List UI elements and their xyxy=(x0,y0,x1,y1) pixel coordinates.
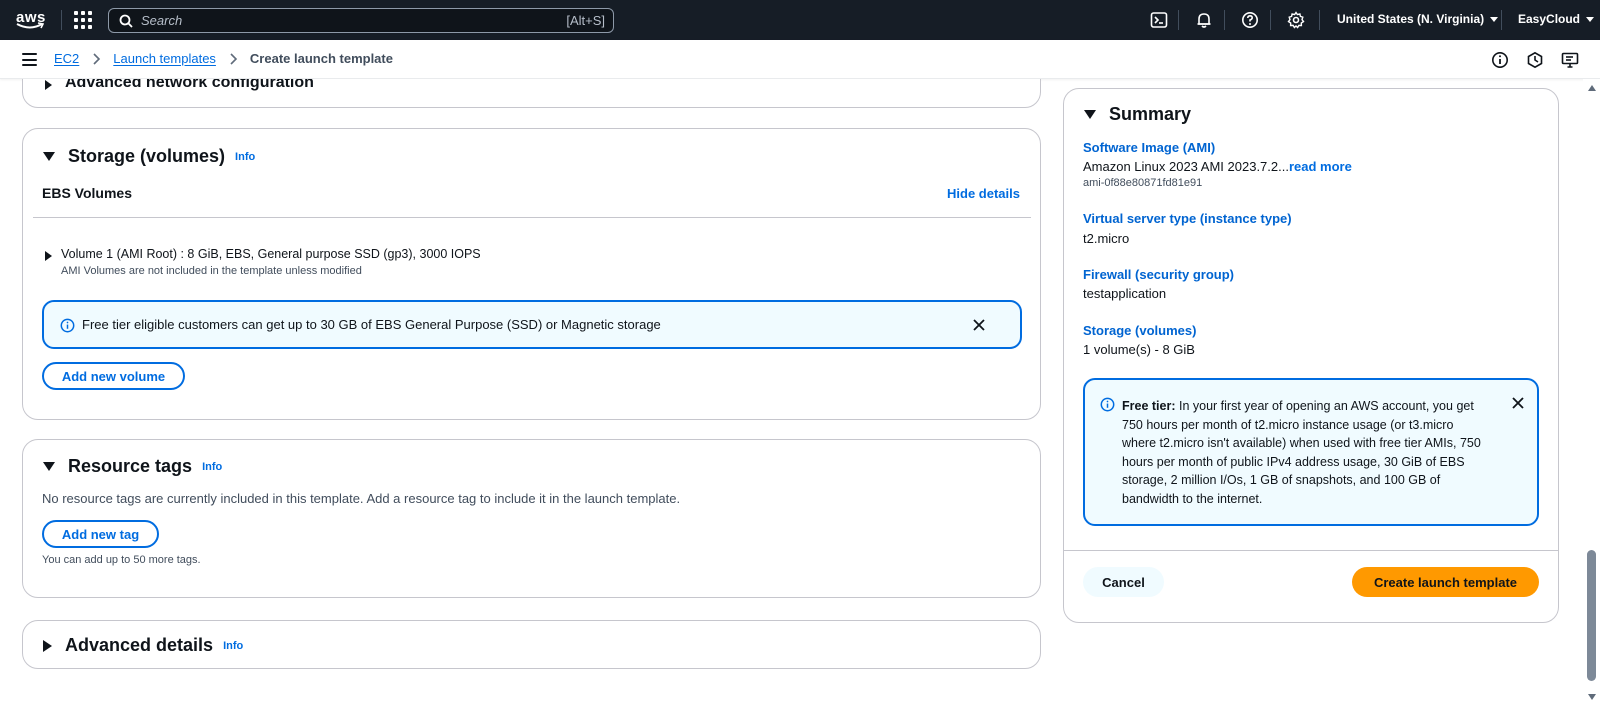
nav-divider xyxy=(1501,10,1502,30)
advanced-details-title: Advanced details xyxy=(65,635,214,655)
chevron-right-icon xyxy=(93,52,101,65)
divider xyxy=(1064,550,1558,551)
resource-tags-container: Resource tags Info No resource tags are … xyxy=(22,439,1041,598)
chevron-down-icon xyxy=(1490,17,1499,23)
add-new-tag-button[interactable]: Add new tag xyxy=(42,520,159,548)
gear-icon[interactable] xyxy=(1287,11,1305,29)
breadcrumb-launch-templates[interactable]: Launch templates xyxy=(113,51,216,66)
free-tier-alert-text: Free tier: In your first year of opening… xyxy=(1122,397,1482,508)
free-tier-alert: Free tier: In your first year of opening… xyxy=(1083,378,1539,526)
instance-type-value: t2.micro xyxy=(1083,231,1130,246)
close-icon[interactable] xyxy=(971,317,987,333)
advanced-details-header[interactable]: Advanced details Info xyxy=(43,635,243,656)
storage-label[interactable]: Storage (volumes) xyxy=(1083,323,1196,338)
nav-divider xyxy=(1270,10,1271,30)
breadcrumb-ec2[interactable]: EC2 xyxy=(54,51,79,66)
hide-details-link[interactable]: Hide details xyxy=(947,186,1020,201)
summary-header[interactable]: Summary xyxy=(1084,104,1191,125)
resource-tags-info-link[interactable]: Info xyxy=(202,461,222,473)
info-icon xyxy=(1100,397,1115,412)
region-label: United States (N. Virginia) xyxy=(1337,12,1485,26)
search-input[interactable] xyxy=(141,11,521,30)
chevron-right-icon xyxy=(45,79,52,95)
resource-tags-description: No resource tags are currently included … xyxy=(42,491,681,506)
advanced-details-info-link[interactable]: Info xyxy=(223,640,243,652)
close-icon[interactable] xyxy=(1510,395,1526,411)
free-tier-bold-label: Free tier: xyxy=(1122,399,1176,413)
advanced-details-container: Advanced details Info xyxy=(22,620,1041,669)
resource-tags-title: Resource tags xyxy=(68,456,193,476)
read-more-link[interactable]: read more xyxy=(1289,159,1352,174)
nav-divider xyxy=(61,10,62,30)
caret-down-icon xyxy=(43,152,55,161)
ami-value: Amazon Linux 2023 AMI 2023.7.2...read mo… xyxy=(1083,159,1352,174)
cloudshell-icon[interactable] xyxy=(1150,11,1168,29)
search-shortcut-hint: [Alt+S] xyxy=(566,13,605,28)
summary-panel: Summary Software Image (AMI) Amazon Linu… xyxy=(1063,88,1559,623)
nav-divider xyxy=(1319,10,1320,30)
breadcrumb: EC2 Launch templates Create launch templ… xyxy=(54,51,393,66)
nav-divider xyxy=(1178,10,1179,30)
cancel-button[interactable]: Cancel xyxy=(1083,567,1164,597)
account-menu[interactable]: EasyCloud xyxy=(1518,12,1595,26)
caret-right-icon xyxy=(43,639,52,652)
search-icon xyxy=(119,14,133,28)
advanced-network-title[interactable]: Advanced network configuration xyxy=(65,79,314,92)
ami-value-text: Amazon Linux 2023 AMI 2023.7.2... xyxy=(1083,159,1289,174)
free-tier-storage-alert: Free tier eligible customers can get up … xyxy=(42,300,1022,349)
ebs-volumes-heading: EBS Volumes xyxy=(42,185,132,201)
instance-type-label[interactable]: Virtual server type (instance type) xyxy=(1083,211,1292,226)
nav-divider xyxy=(1224,10,1225,30)
help-icon[interactable] xyxy=(1241,11,1259,29)
caret-down-icon xyxy=(1084,110,1096,119)
volume-1-note: AMI Volumes are not included in the temp… xyxy=(61,265,362,277)
free-tier-storage-alert-text: Free tier eligible customers can get up … xyxy=(82,317,661,332)
network-section-clipped: Advanced network configuration xyxy=(22,79,1041,109)
advanced-network-container: Advanced network configuration xyxy=(22,79,1041,108)
info-panel-icon[interactable] xyxy=(1491,51,1509,69)
region-selector[interactable]: United States (N. Virginia) xyxy=(1337,12,1499,26)
breadcrumb-current: Create launch template xyxy=(249,51,393,66)
storage-container: Storage (volumes) Info EBS Volumes Hide … xyxy=(22,128,1041,420)
info-icon xyxy=(60,318,75,333)
storage-title: Storage (volumes) xyxy=(68,146,226,166)
free-tier-body: In your first year of opening an AWS acc… xyxy=(1122,399,1481,506)
ami-label[interactable]: Software Image (AMI) xyxy=(1083,140,1215,155)
breadcrumb-bar: EC2 Launch templates Create launch templ… xyxy=(0,40,1600,79)
firewall-label[interactable]: Firewall (security group) xyxy=(1083,267,1234,282)
menu-icon[interactable] xyxy=(22,53,37,66)
add-new-volume-button[interactable]: Add new volume xyxy=(42,362,185,390)
summary-title: Summary xyxy=(1109,104,1192,124)
volume-1-title[interactable]: Volume 1 (AMI Root) : 8 GiB, EBS, Genera… xyxy=(61,247,481,261)
account-label: EasyCloud xyxy=(1518,12,1581,26)
create-launch-template-button[interactable]: Create launch template xyxy=(1352,567,1539,597)
storage-value: 1 volume(s) - 8 GiB xyxy=(1083,342,1195,357)
aws-smile-icon xyxy=(16,22,44,29)
firewall-value: testapplication xyxy=(1083,286,1167,301)
caret-down-icon xyxy=(43,462,55,471)
tutorial-icon[interactable] xyxy=(1526,51,1544,69)
services-grid-icon[interactable] xyxy=(74,11,92,29)
ami-id: ami-0f88e80871fd81e91 xyxy=(1083,177,1203,189)
bell-icon[interactable] xyxy=(1195,11,1213,29)
scrollbar-thumb[interactable] xyxy=(1587,550,1596,681)
chevron-down-icon xyxy=(1586,17,1595,23)
resource-tags-header[interactable]: Resource tags Info xyxy=(43,456,222,477)
divider xyxy=(33,217,1031,218)
caret-right-icon[interactable] xyxy=(45,248,52,266)
scroll-down-arrow-icon[interactable] xyxy=(1588,694,1596,700)
aws-logo[interactable]: aws xyxy=(14,6,48,34)
tags-limit-hint: You can add up to 50 more tags. xyxy=(42,554,201,566)
storage-info-link[interactable]: Info xyxy=(235,151,255,163)
search-box[interactable]: [Alt+S] xyxy=(108,8,614,33)
scroll-up-arrow-icon[interactable] xyxy=(1588,85,1596,91)
top-navigation: aws [Alt+S] United St xyxy=(0,0,1600,40)
notifications-panel-icon[interactable] xyxy=(1561,51,1579,69)
chevron-right-icon xyxy=(230,52,238,65)
storage-header[interactable]: Storage (volumes) Info xyxy=(43,146,255,167)
